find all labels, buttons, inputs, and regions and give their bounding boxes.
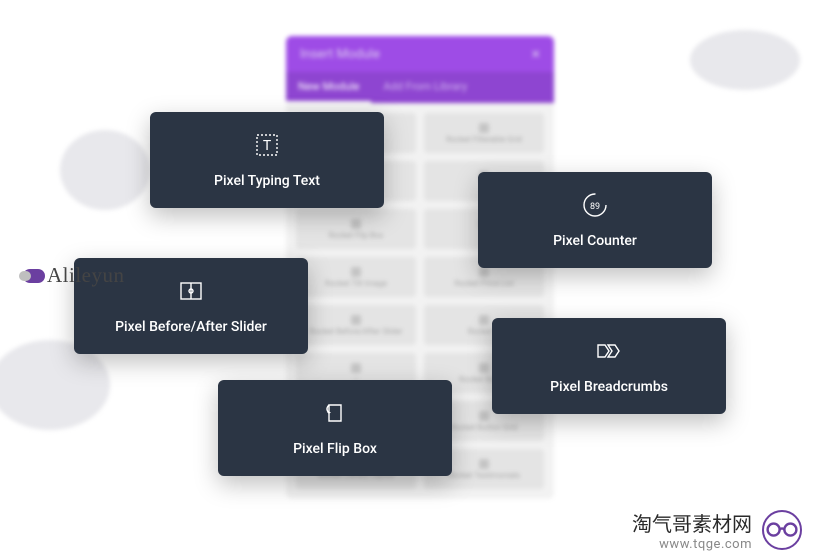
card-label: Pixel Typing Text (214, 173, 320, 189)
watermark-left: Alileyun (23, 263, 125, 288)
card-label: Pixel Counter (553, 233, 637, 249)
module-item[interactable]: Rocket Tilt Image (296, 257, 416, 297)
module-item[interactable]: Rocket Filterable Grid (424, 113, 544, 153)
module-item[interactable]: Rocket Before/After Slider (296, 305, 416, 345)
panel-header: Insert Module × (286, 36, 554, 72)
card-breadcrumbs[interactable]: Pixel Breadcrumbs (492, 318, 726, 414)
module-item[interactable]: Rocket Flip Box (296, 209, 416, 249)
footer-watermark: 淘气哥素材网 www.tqge.com (632, 508, 802, 552)
breadcrumbs-icon (595, 337, 623, 365)
tab-add-library[interactable]: Add From Library (371, 72, 479, 103)
footer-url: www.tqge.com (632, 537, 752, 552)
tab-new-module[interactable]: New Module (286, 72, 371, 103)
svg-text:T: T (263, 138, 272, 154)
panel-title: Insert Module (300, 47, 380, 62)
typing-icon: T (253, 131, 281, 159)
slider-icon (177, 277, 205, 305)
cloud-icon (23, 269, 45, 283)
counter-icon: 89 (581, 191, 609, 219)
card-label: Pixel Flip Box (293, 441, 377, 457)
card-typing[interactable]: T Pixel Typing Text (150, 112, 384, 208)
svg-text:89: 89 (590, 202, 600, 212)
watermark-brand: Alileyun (47, 263, 125, 288)
glasses-icon (762, 510, 802, 550)
footer-cn: 淘气哥素材网 (632, 508, 752, 537)
flipbox-icon (321, 399, 349, 427)
card-flipbox[interactable]: Pixel Flip Box (218, 380, 452, 476)
close-icon[interactable]: × (531, 46, 540, 62)
panel-tabs: New Module Add From Library (286, 72, 554, 103)
card-label: Pixel Breadcrumbs (550, 379, 668, 395)
card-label: Pixel Before/After Slider (115, 319, 267, 335)
card-counter[interactable]: 89 Pixel Counter (478, 172, 712, 268)
